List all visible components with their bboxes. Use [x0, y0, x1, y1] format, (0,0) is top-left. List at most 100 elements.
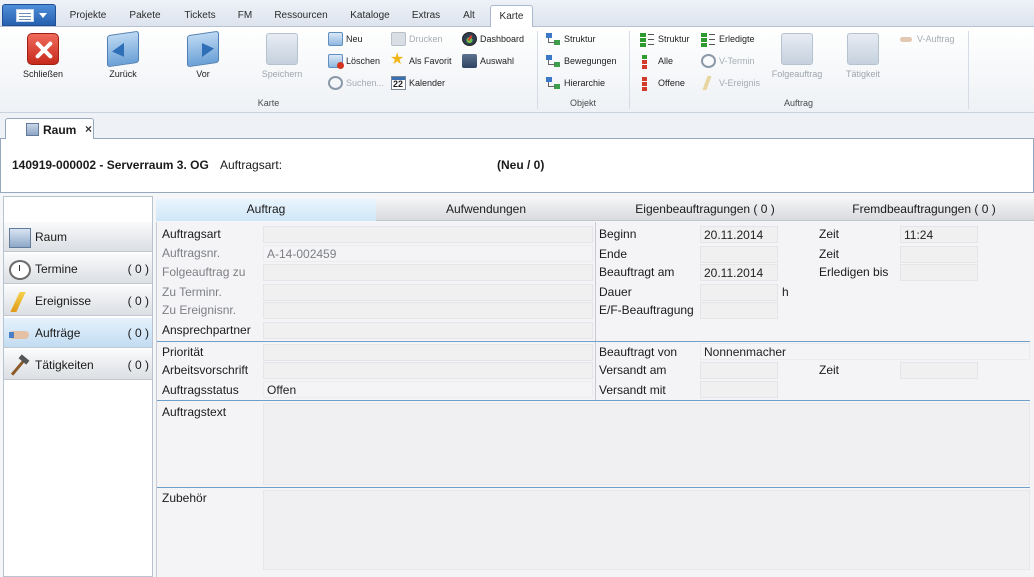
- beauftragt-am-field[interactable]: 20.11.2014: [700, 264, 778, 281]
- dauer-field[interactable]: [700, 284, 778, 301]
- versandt-mit-field[interactable]: [700, 381, 778, 398]
- activity-icon: [847, 33, 879, 65]
- search-icon: [328, 76, 343, 90]
- ribbon-tab-extras[interactable]: Extras: [404, 5, 448, 27]
- document-tab-raum[interactable]: Raum ×: [5, 118, 94, 140]
- ribbon-tab-projekte[interactable]: Projekte: [62, 5, 114, 27]
- zeit-ende-field[interactable]: [900, 246, 978, 263]
- tab-aufwendungen[interactable]: Aufwendungen: [376, 199, 596, 221]
- zu-terminnr-field[interactable]: [263, 284, 593, 301]
- tab-fremdbeauftragungen[interactable]: Fremdbeauftragungen ( 0 ): [814, 199, 1034, 221]
- section-divider: [157, 400, 1030, 401]
- back-arrow-icon: [107, 30, 139, 68]
- auftragsnr-field[interactable]: A-14-002459: [263, 245, 593, 262]
- back-label: Zurück: [109, 69, 137, 79]
- zeit-versandt-field-label: Zeit: [819, 363, 840, 377]
- zu-ereignisnr-field[interactable]: [263, 302, 593, 319]
- app-menu-button[interactable]: [2, 4, 56, 26]
- zeit-beginn-field[interactable]: 11:24: [900, 226, 978, 243]
- search-label: Suchen...: [346, 78, 385, 88]
- auftragstext-textarea[interactable]: [263, 403, 1030, 485]
- save-button[interactable]: Speichern: [252, 31, 312, 83]
- group-label-karte: Karte: [257, 98, 280, 108]
- nav-item-ereignisse[interactable]: Ereignisse ( 0 ): [4, 286, 152, 316]
- column-divider: [595, 222, 596, 400]
- arbeitsvorschrift-field-label: Arbeitsvorschrift: [162, 363, 249, 377]
- beginn-field[interactable]: 20.11.2014: [700, 226, 778, 243]
- folgeauftrag-field[interactable]: [263, 264, 593, 281]
- beauftragt-von-field[interactable]: Nonnenmacher: [700, 343, 1030, 360]
- record-title: 140919-000002 - Serverraum 3. OG: [12, 158, 209, 172]
- dauer-field-label: Dauer: [599, 285, 632, 299]
- room-icon: [9, 228, 31, 248]
- folgeauftrag-field-label: Folgeauftrag zu: [162, 265, 246, 279]
- ribbon-tab-pakete[interactable]: Pakete: [120, 5, 170, 27]
- activity-button[interactable]: Tätigkeit: [833, 31, 893, 83]
- versandt-am-field[interactable]: [700, 362, 778, 379]
- arbeitsvorschrift-field[interactable]: [263, 362, 593, 379]
- zubehoer-field-label: Zubehör: [162, 491, 207, 505]
- hammer-icon: [9, 356, 31, 376]
- auftragsart-field[interactable]: [263, 226, 593, 243]
- nav-count: ( 0 ): [127, 262, 149, 276]
- hand-icon: [899, 32, 914, 46]
- followup-label: Folgeauftrag: [771, 69, 823, 79]
- versandt-am-field-label: Versandt am: [599, 363, 667, 377]
- open-label: Offene: [658, 78, 685, 88]
- dashboard-label: Dashboard: [480, 34, 525, 44]
- nav-item-termine[interactable]: Termine ( 0 ): [4, 254, 152, 284]
- zeit-ende-field-label: Zeit: [819, 247, 840, 261]
- auftragsstatus-field[interactable]: Offen: [263, 381, 593, 398]
- ribbon-tab-karte[interactable]: Karte: [490, 5, 533, 28]
- nav-item-taetigkeiten[interactable]: Tätigkeiten ( 0 ): [4, 350, 152, 380]
- auftrag-form: Auftragsart Auftragsnr. A-14-002459 Folg…: [156, 222, 1034, 577]
- ende-field[interactable]: [700, 246, 778, 263]
- hierarchy-icon: [546, 76, 561, 90]
- forward-label: Vor: [196, 69, 210, 79]
- lightning-icon: [701, 76, 716, 90]
- ribbon-tab-kataloge[interactable]: Kataloge: [342, 5, 398, 27]
- hand-icon: [9, 324, 31, 344]
- save-icon: [266, 33, 298, 65]
- v-ereignis-label: V-Ereignis: [719, 78, 761, 88]
- nav-label: Termine: [35, 262, 78, 276]
- ribbon-tab-fm[interactable]: FM: [230, 5, 260, 27]
- ansprechpartner-field[interactable]: [263, 322, 593, 339]
- auftragstext-field-label: Auftragstext: [162, 405, 227, 419]
- followup-button[interactable]: Folgeauftrag: [767, 31, 827, 83]
- tab-auftrag[interactable]: Auftrag: [156, 199, 376, 221]
- ef-beauftragung-field-label: E/F-Beauftragung: [599, 303, 694, 317]
- nav-label: Ereignisse: [35, 294, 92, 308]
- erledigen-bis-field[interactable]: [900, 264, 978, 281]
- ribbon-tab-alt[interactable]: Alt: [454, 5, 484, 27]
- document-tab-bar: Raum ×: [0, 113, 1034, 140]
- star-icon: [390, 51, 406, 69]
- nav-label: Aufträge: [35, 326, 81, 340]
- ende-field-label: Ende: [599, 247, 628, 261]
- delete-label: Löschen: [346, 56, 381, 66]
- zubehoer-textarea[interactable]: [263, 490, 1030, 570]
- clock-icon: [9, 260, 31, 280]
- ribbon-tab-tickets[interactable]: Tickets: [176, 5, 224, 27]
- nav-count: ( 0 ): [127, 326, 149, 340]
- forward-button[interactable]: Vor: [173, 30, 233, 83]
- content-tab-bar: Auftrag Aufwendungen Eigenbeauftragungen…: [156, 199, 1034, 221]
- dauer-unit: h: [782, 285, 789, 299]
- ribbon-tab-ressourcen[interactable]: Ressourcen: [268, 5, 334, 27]
- back-button[interactable]: Zurück: [93, 30, 153, 83]
- close-button[interactable]: Schließen: [13, 31, 73, 83]
- nav-count: ( 0 ): [127, 358, 149, 372]
- tab-eigenbeauftragungen[interactable]: Eigenbeauftragungen ( 0 ): [596, 199, 814, 221]
- auftragsnr-field-label: Auftragsnr.: [162, 246, 221, 260]
- prioritaet-field[interactable]: [263, 344, 593, 361]
- zeit-versandt-field[interactable]: [900, 362, 978, 379]
- beginn-field-label: Beginn: [599, 227, 637, 241]
- selection-label: Auswahl: [480, 56, 515, 66]
- nav-item-auftraege[interactable]: Aufträge ( 0 ): [4, 318, 152, 348]
- movements-icon: [546, 54, 561, 68]
- record-status: (Neu / 0): [497, 158, 545, 172]
- ef-beauftragung-field[interactable]: [700, 302, 778, 319]
- nav-item-raum[interactable]: Raum: [4, 222, 152, 252]
- close-tab-icon[interactable]: ×: [85, 122, 92, 136]
- auftragsart-label: Auftragsart:: [220, 158, 283, 172]
